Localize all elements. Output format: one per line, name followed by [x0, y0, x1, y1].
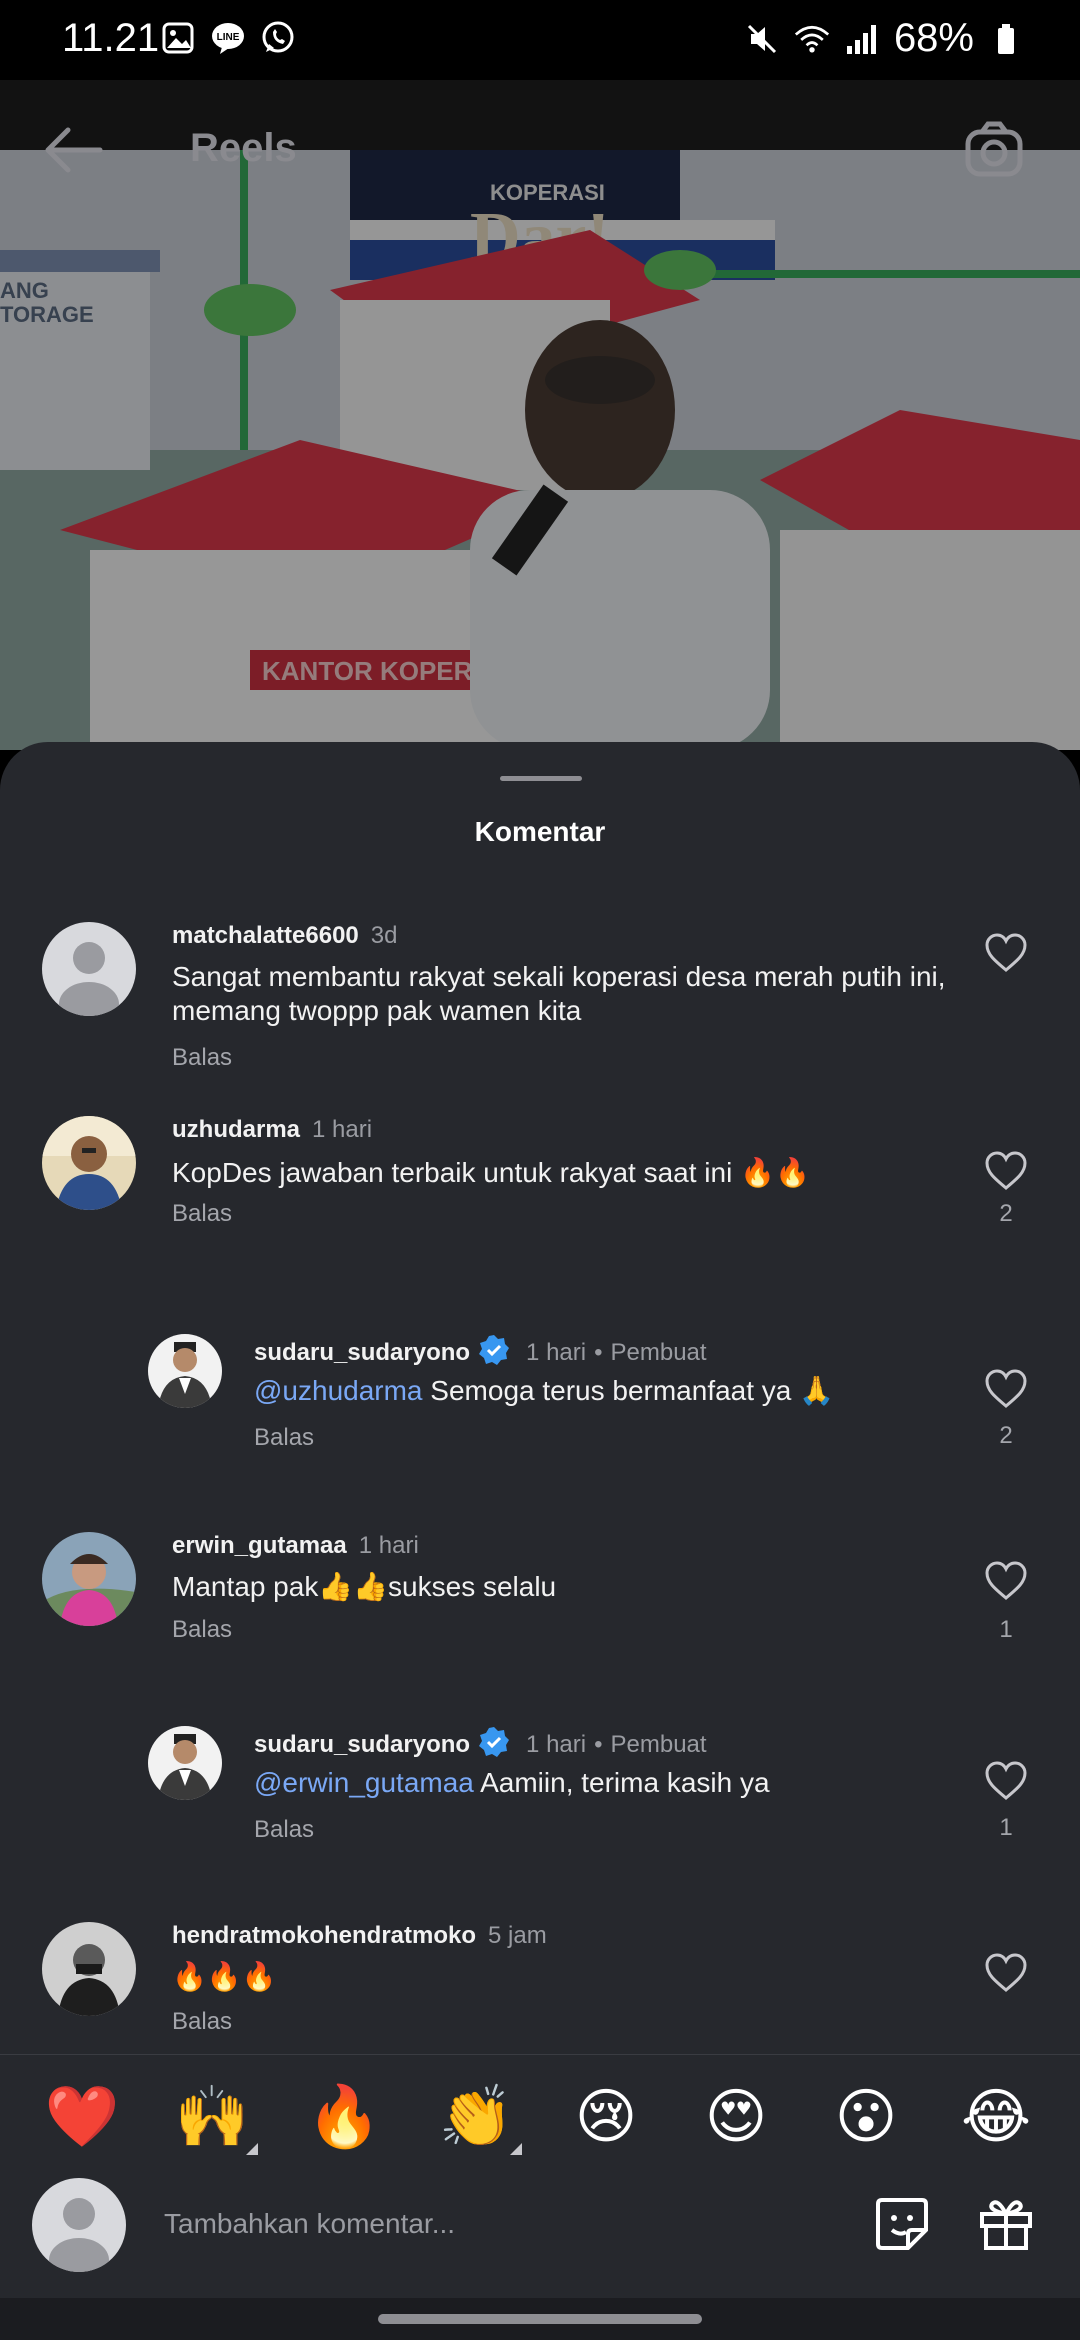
heart-icon[interactable]	[984, 1760, 1028, 1802]
heart-icon[interactable]	[984, 1368, 1028, 1410]
username-text[interactable]: erwin_gutamaa	[172, 1532, 347, 1559]
emoji-clap[interactable]: 👏	[436, 2083, 522, 2155]
line-app-icon: LINE	[210, 20, 246, 56]
comment-text: Sangat membantu rakyat sekali koperasi d…	[172, 961, 946, 1026]
battery-percent: 68%	[893, 16, 974, 60]
whatsapp-icon	[260, 20, 296, 56]
emoji-surprised[interactable]: 😮	[826, 2085, 906, 2149]
emoji-heart-eyes[interactable]: 😍	[696, 2085, 776, 2149]
gallery-icon	[160, 20, 196, 56]
comment-text: @erwin_gutamaa Aamiin, terima kasih ya	[254, 1766, 974, 1800]
avatar[interactable]	[148, 1726, 222, 1800]
heart-icon[interactable]	[984, 1560, 1028, 1602]
like-count: 2	[999, 1200, 1013, 1227]
mention-link[interactable]: @uzhudarma	[254, 1375, 423, 1406]
svg-text:LINE: LINE	[217, 32, 240, 43]
comment-username[interactable]: uzhudarma 1 hari	[172, 1116, 372, 1144]
reply-button[interactable]: Balas	[172, 1616, 232, 1644]
comment-username[interactable]: sudaru_sudaryono 1 hari • Pembuat	[254, 1334, 707, 1373]
comment-username[interactable]: sudaru_sudaryono 1 hari • Pembuat	[254, 1726, 707, 1765]
comment-text: Mantap pak👍👍sukses selalu	[172, 1571, 557, 1602]
avatar[interactable]	[42, 1116, 136, 1210]
reply-button[interactable]: Balas	[254, 1424, 314, 1452]
sheet-title: Komentar	[474, 816, 606, 847]
like-count: 1	[999, 1616, 1013, 1643]
comment-body: Semoga terus bermanfaat ya 🙏	[422, 1375, 835, 1406]
reply-button[interactable]: Balas	[172, 1044, 232, 1072]
video-dim-overlay	[0, 150, 1080, 750]
page-title: Reels	[190, 126, 297, 170]
avatar[interactable]	[42, 1922, 136, 2016]
emoji-cry[interactable]: 😢	[566, 2085, 646, 2149]
heart-icon[interactable]	[984, 1952, 1028, 1994]
reply-button[interactable]: Balas	[172, 2008, 232, 2036]
gift-icon[interactable]	[976, 2194, 1036, 2254]
home-indicator[interactable]	[378, 2314, 702, 2324]
my-avatar	[32, 2178, 126, 2272]
username-text[interactable]: uzhudarma	[172, 1116, 300, 1143]
comment-username[interactable]: matchalatte6600 3d	[172, 922, 397, 950]
reply-button[interactable]: Balas	[172, 1200, 232, 1228]
mute-icon	[744, 21, 780, 57]
wifi-icon	[794, 21, 830, 57]
comment-text: @uzhudarma Semoga terus bermanfaat ya 🙏	[254, 1374, 974, 1408]
reply-button[interactable]: Balas	[254, 1816, 314, 1844]
camera-icon[interactable]	[962, 120, 1026, 180]
skin-tone-indicator-icon	[510, 2143, 522, 2155]
emoji-fire[interactable]: 🔥	[304, 2085, 384, 2149]
avatar[interactable]	[148, 1334, 222, 1408]
back-arrow-icon[interactable]	[40, 124, 104, 176]
comment-input[interactable]: Tambahkan komentar...	[164, 2208, 764, 2240]
username-text[interactable]: matchalatte6600	[172, 922, 359, 949]
battery-icon	[988, 21, 1024, 57]
comment-input-bar: Tambahkan komentar...	[0, 2178, 1080, 2298]
comment-time: 5 jam	[488, 1922, 547, 1949]
emoji-laugh[interactable]: 😂	[956, 2085, 1036, 2149]
comment-time: 1 hari	[526, 1338, 587, 1366]
username-text[interactable]: sudaru_sudaryono	[254, 1731, 470, 1758]
comment-body: Aamiin, terima kasih ya	[473, 1767, 770, 1798]
emoji-raised-hands[interactable]: 🙌	[172, 2083, 258, 2155]
emoji-quick-bar: ❤️ 🙌 🔥 👏 😢 😍 😮 😂	[0, 2054, 1080, 2179]
username-text[interactable]: sudaru_sudaryono	[254, 1339, 470, 1366]
mention-link[interactable]: @erwin_gutamaa	[254, 1767, 474, 1798]
heart-icon[interactable]	[984, 1150, 1028, 1192]
comment-time: 1 hari	[358, 1532, 419, 1559]
drag-handle[interactable]	[500, 776, 582, 781]
signal-icon	[844, 21, 880, 57]
reel-video[interactable]: KOPERASI Dar! ANG TORAGE KANTOR KOPERASI	[0, 150, 1080, 750]
comment-username[interactable]: erwin_gutamaa 1 hari	[172, 1532, 419, 1560]
emoji-raised-hands-glyph[interactable]: 🙌	[175, 2083, 250, 2150]
creator-label: Pembuat	[610, 1730, 707, 1758]
creator-label: Pembuat	[610, 1338, 707, 1366]
verified-badge-icon	[478, 1726, 510, 1765]
like-count: 2	[999, 1422, 1013, 1449]
skin-tone-indicator-icon	[246, 2143, 258, 2155]
comment-text: 🔥🔥🔥	[172, 1961, 277, 1992]
like-count: 1	[999, 1814, 1013, 1841]
status-time: 11.21	[62, 16, 160, 60]
sticker-icon[interactable]	[872, 2194, 932, 2254]
comment-username[interactable]: hendratmokohendratmoko 5 jam	[172, 1922, 547, 1950]
avatar[interactable]	[42, 922, 136, 1016]
reels-header: Reels	[0, 110, 1080, 190]
heart-icon[interactable]	[984, 932, 1028, 974]
system-nav-bar	[0, 2298, 1080, 2340]
comment-time: 1 hari	[312, 1116, 373, 1143]
emoji-heart[interactable]: ❤️	[42, 2085, 122, 2149]
emoji-clap-glyph[interactable]: 👏	[439, 2083, 514, 2150]
username-text[interactable]: hendratmokohendratmoko	[172, 1922, 476, 1949]
avatar[interactable]	[42, 1532, 136, 1626]
comment-time: 1 hari	[526, 1730, 587, 1758]
comment-text: KopDes jawaban terbaik untuk rakyat saat…	[172, 1157, 810, 1188]
verified-badge-icon	[478, 1334, 510, 1373]
comment-time: 3d	[370, 922, 398, 949]
status-bar: 11.21 LINE 68%	[0, 0, 1080, 80]
comments-sheet: Komentar matchalatte6600 3d Sangat memban…	[0, 742, 1080, 2054]
